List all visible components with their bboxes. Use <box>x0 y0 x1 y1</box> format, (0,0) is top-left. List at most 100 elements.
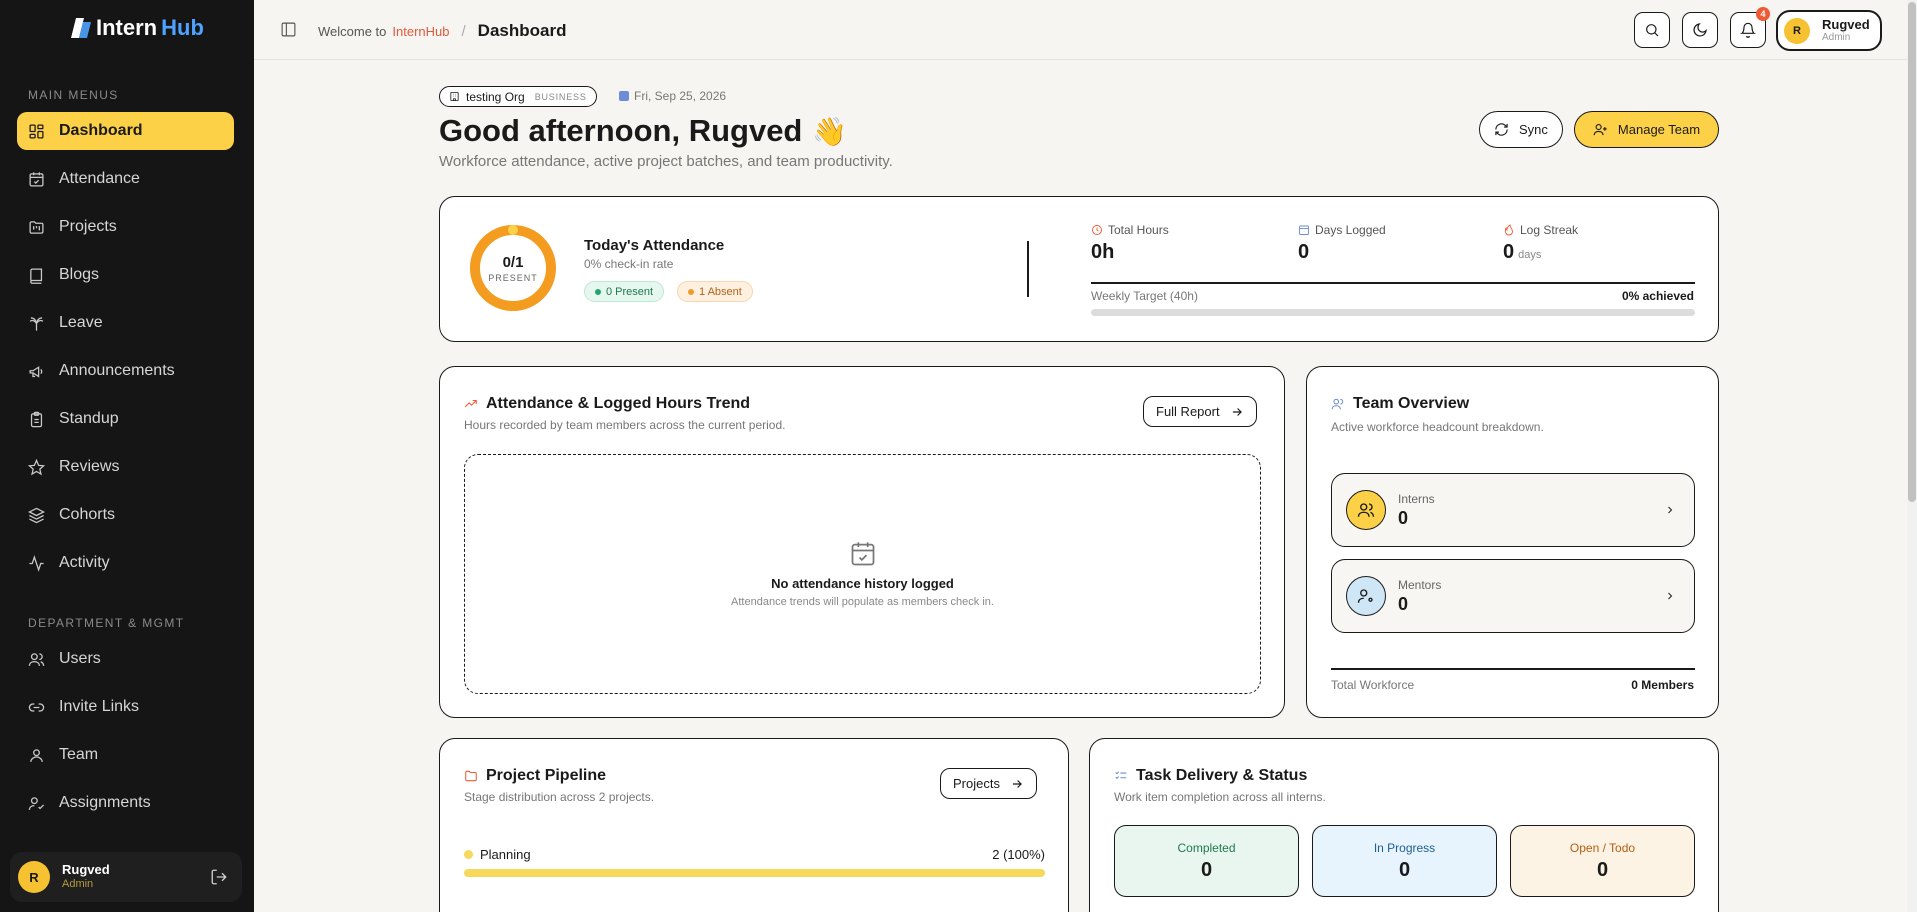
date-text: Fri, Sep 25, 2026 <box>634 89 727 103</box>
sidebar-item-users[interactable]: Users <box>17 640 234 678</box>
org-name: testing Org <box>466 89 525 104</box>
megaphone-icon <box>29 365 43 378</box>
folder-icon <box>465 770 477 782</box>
clipboard-icon <box>30 411 43 427</box>
sidebar-item-blogs[interactable]: Blogs <box>17 256 234 294</box>
sidebar-item-projects[interactable]: Projects <box>17 208 234 246</box>
mentors-avatar <box>1346 576 1386 616</box>
task-in-progress-box[interactable]: In Progress 0 <box>1312 825 1497 897</box>
sidebar-item-label: Activity <box>59 554 110 571</box>
projects-button-label: Projects <box>953 776 1000 791</box>
present-count: 0 Present <box>606 285 654 298</box>
sidebar-item-label: Users <box>59 650 101 667</box>
page-title: Dashboard <box>477 21 567 40</box>
sidebar-item-label: Dashboard <box>59 122 143 139</box>
attendance-summary-card: 0/1 PRESENT Today's Attendance 0% check-… <box>439 196 1719 342</box>
topbar: Welcome to InternHub / Dashboard 4 R Rug… <box>254 0 1907 60</box>
stage-value: 2 (100%) <box>992 847 1045 862</box>
building-icon <box>450 91 459 102</box>
sidebar-item-team[interactable]: Team <box>17 736 234 774</box>
sidebar-toggle-icon[interactable] <box>280 21 297 38</box>
moon-icon <box>1693 23 1707 37</box>
present-badge: 0 Present <box>584 281 665 302</box>
users-icon <box>1357 503 1375 517</box>
task-status-label: In Progress <box>1373 840 1436 855</box>
mentors-label: Mentors <box>1398 577 1442 592</box>
pipeline-title-text: Project Pipeline <box>486 767 607 784</box>
logout-icon[interactable] <box>210 868 228 886</box>
task-status-label: Completed <box>1177 840 1236 855</box>
sidebar-item-reviews[interactable]: Reviews <box>17 448 234 486</box>
interns-row[interactable]: Interns 0 <box>1331 473 1695 547</box>
task-subtitle: Work item completion across all interns. <box>1114 790 1326 804</box>
breadcrumb-separator: / <box>461 22 466 40</box>
org-badge[interactable]: testing Org BUSINESS <box>439 86 597 107</box>
users-icon <box>1331 398 1344 410</box>
avatar: R <box>18 861 50 893</box>
sidebar-item-label: Attendance <box>59 170 140 187</box>
sidebar-item-invite-links[interactable]: Invite Links <box>17 688 234 726</box>
sidebar-user-card[interactable]: R Rugved Admin <box>10 852 242 902</box>
total-workforce-value: 0 Members <box>1631 678 1694 692</box>
weekly-target-progress <box>1091 309 1695 316</box>
notification-badge: 4 <box>1756 7 1770 21</box>
sidebar-item-attendance[interactable]: Attendance <box>17 160 234 198</box>
absent-dot <box>688 288 694 295</box>
mentors-count: 0 <box>1398 593 1409 614</box>
team-overview-card: Team Overview Active workforce headcount… <box>1306 366 1719 718</box>
sidebar-item-label: Projects <box>59 218 117 235</box>
sidebar-item-label: Invite Links <box>59 698 140 715</box>
book-icon <box>30 267 43 284</box>
project-pipeline-card: Project Pipeline Stage distribution acro… <box>439 738 1069 912</box>
trending-up-icon <box>464 399 477 408</box>
breadcrumb-brand[interactable]: InternHub <box>392 24 449 39</box>
department-nav: Users Invite Links Team Assignments <box>17 640 234 832</box>
task-status-label: Open / Todo <box>1569 840 1636 855</box>
sidebar-item-assignments[interactable]: Assignments <box>17 784 234 822</box>
sidebar-item-label: Assignments <box>59 794 151 811</box>
log-streak-label: Log Streak <box>1520 223 1579 237</box>
projects-button[interactable]: Projects <box>940 768 1037 799</box>
scrollbar-thumb[interactable] <box>1908 2 1916 502</box>
attendance-ring-caption: PRESENT <box>488 272 538 283</box>
sidebar-item-activity[interactable]: Activity <box>17 544 234 582</box>
user-name: Rugved <box>1822 16 1870 32</box>
empty-state-subtitle: Attendance trends will populate as membe… <box>731 596 994 608</box>
attendance-ring-value: 0/1 <box>502 253 524 271</box>
notifications-button[interactable]: 4 <box>1730 7 1770 48</box>
sidebar-item-announcements[interactable]: Announcements <box>17 352 234 390</box>
logo-word-intern: Intern <box>96 15 158 40</box>
weekly-target-percent: 0% achieved <box>1621 289 1694 303</box>
sidebar-item-dashboard[interactable]: Dashboard <box>17 112 234 150</box>
sidebar-item-leave[interactable]: Leave <box>17 304 234 342</box>
user-icon <box>30 748 43 762</box>
days-logged-stat: Days Logged 0 <box>1298 223 1386 264</box>
greeting-subtitle: Workforce attendance, active project bat… <box>439 153 893 170</box>
full-report-label: Full Report <box>1156 404 1220 419</box>
current-date: Fri, Sep 25, 2026 <box>619 89 726 103</box>
app-logo[interactable]: Intern Hub <box>70 15 204 41</box>
sidebar-item-cohorts[interactable]: Cohorts <box>17 496 234 534</box>
search-button[interactable] <box>1634 12 1670 48</box>
sidebar-item-label: Announcements <box>59 362 175 379</box>
logo-word-hub: Hub <box>161 15 204 40</box>
theme-toggle-button[interactable] <box>1682 12 1718 48</box>
total-workforce-label: Total Workforce <box>1331 678 1415 692</box>
sync-button[interactable]: Sync <box>1479 111 1563 148</box>
team-subtitle: Active workforce headcount breakdown. <box>1331 420 1544 434</box>
breadcrumb: Welcome to InternHub / Dashboard <box>318 21 566 41</box>
waving-hand-icon: 👋 <box>812 115 848 147</box>
user-check-icon <box>28 796 45 810</box>
task-completed-box[interactable]: Completed 0 <box>1114 825 1299 897</box>
trend-title: Attendance & Logged Hours Trend <box>464 395 750 413</box>
mentors-row[interactable]: Mentors 0 <box>1331 559 1695 633</box>
task-open-box[interactable]: Open / Todo 0 <box>1510 825 1695 897</box>
user-menu-button[interactable]: R Rugved Admin <box>1776 10 1882 51</box>
manage-team-button[interactable]: Manage Team <box>1574 111 1719 148</box>
sidebar-item-standup[interactable]: Standup <box>17 400 234 438</box>
stage-name: Planning <box>480 847 531 862</box>
sidebar-item-label: Cohorts <box>59 506 116 523</box>
activity-icon <box>29 554 44 572</box>
trend-subtitle: Hours recorded by team members across th… <box>464 418 786 432</box>
full-report-button[interactable]: Full Report <box>1143 396 1257 427</box>
